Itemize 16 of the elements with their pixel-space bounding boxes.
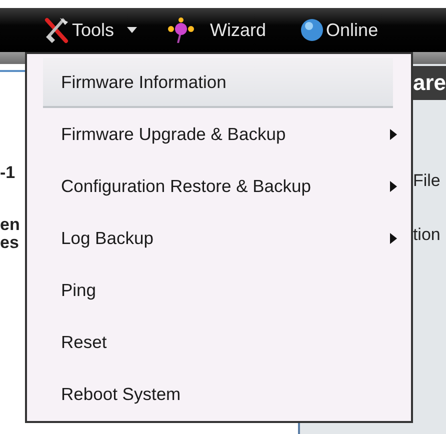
tools-icon [44, 16, 70, 44]
cut-off-text: -1 [0, 162, 16, 184]
cut-off-text: File [412, 171, 440, 190]
menu-item[interactable]: Reboot System [27, 368, 411, 420]
menu-item[interactable]: Firmware Information [43, 58, 393, 108]
help-icon [300, 18, 324, 42]
menu-item[interactable]: Log Backup [27, 212, 411, 264]
menu-item[interactable]: Ping [27, 264, 411, 316]
wand-sparkle-icon [166, 17, 196, 43]
wizard-link[interactable]: Wizard [166, 16, 266, 44]
menu-item[interactable]: Configuration Restore & Backup [27, 160, 411, 212]
menu-item[interactable]: Reset [27, 316, 411, 368]
menu-item[interactable]: Firmware Upgrade & Backup [27, 108, 411, 160]
tools-menu[interactable]: Tools [44, 16, 138, 44]
online-help-link[interactable]: Online [300, 16, 378, 44]
cut-off-text: tion [412, 224, 440, 244]
